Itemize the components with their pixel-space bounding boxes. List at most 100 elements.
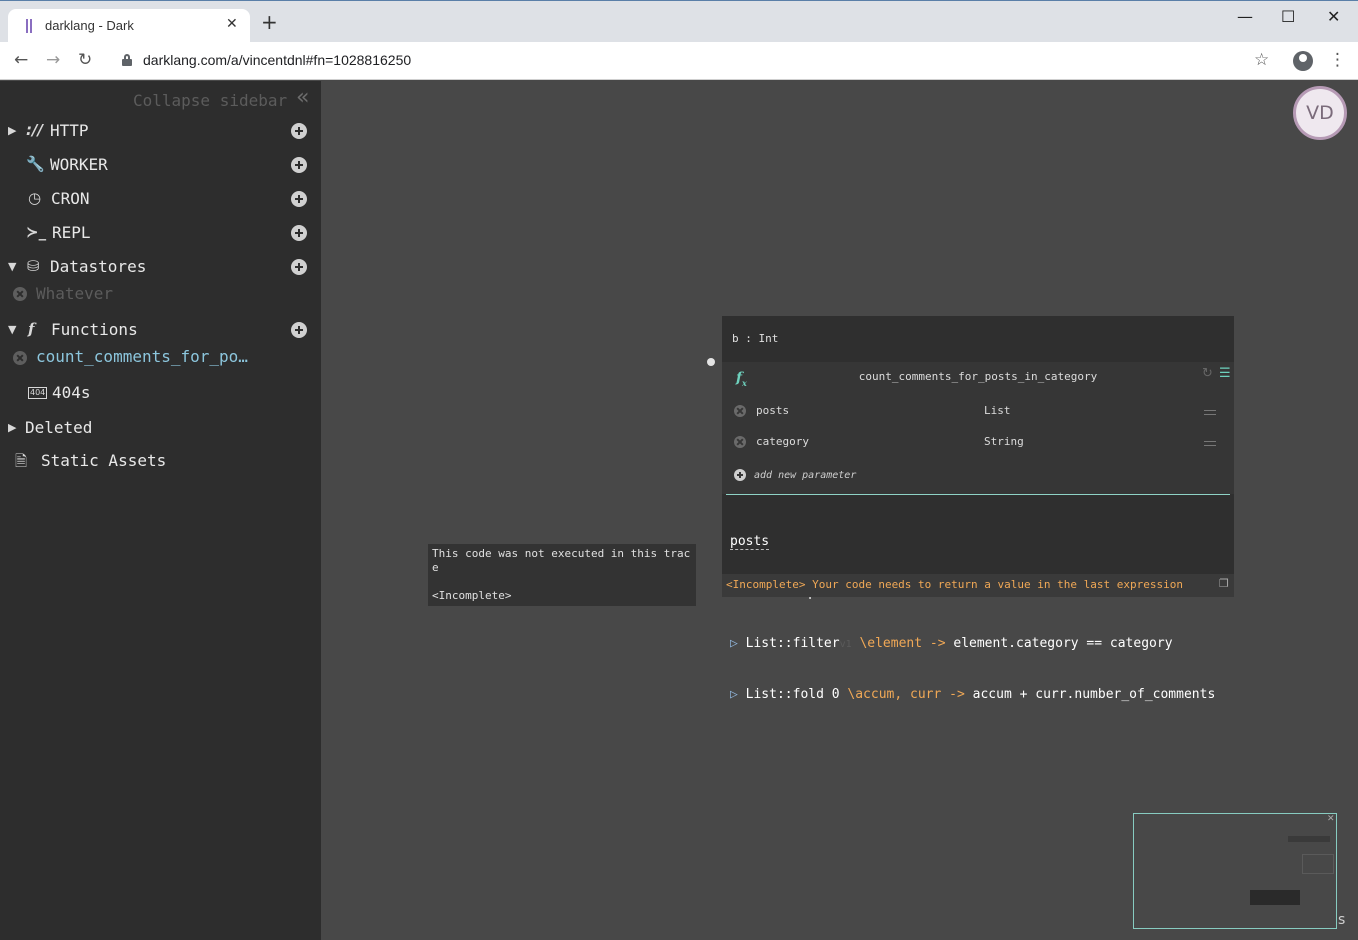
sidebar-section-repl[interactable]: ≻_ REPL: [0, 221, 321, 247]
add-repl-icon[interactable]: [291, 225, 307, 241]
sidebar-item-function[interactable]: count_comments_for_po…: [0, 345, 321, 371]
parameter-row[interactable]: posts List: [722, 402, 1234, 422]
connection-dot[interactable]: [707, 358, 715, 366]
drag-handle-icon[interactable]: [1204, 441, 1216, 446]
code-lambda[interactable]: \element ->: [859, 636, 945, 651]
sidebar: Collapse sidebar « ▶ :// HTTP 🔧 WORKER ◷…: [0, 81, 321, 940]
sidebar-section-label: HTTP: [50, 121, 89, 140]
close-tab-icon[interactable]: ✕: [226, 16, 238, 32]
trace-value: <Incomplete>: [432, 589, 512, 602]
code-line[interactable]: ▷ List::filterv1 \element -> element.cat…: [730, 635, 1215, 652]
code-body[interactable]: element.category == category: [953, 636, 1172, 651]
parameter-type[interactable]: List: [984, 404, 1011, 417]
sidebar-section-label: Static Assets: [41, 451, 167, 470]
404-icon: 404: [28, 387, 48, 399]
function-icon: f: [28, 320, 35, 338]
return-type-hint: b : Int: [732, 332, 779, 345]
minimize-icon[interactable]: —: [1237, 7, 1253, 26]
delete-parameter-icon[interactable]: [734, 405, 746, 417]
address-bar[interactable]: darklang.com/a/vincentdnl#fn=1028816250: [143, 52, 411, 68]
wrench-icon: 🔧: [26, 155, 45, 173]
star-icon[interactable]: ☆: [1254, 50, 1269, 70]
parameter-name[interactable]: category: [756, 435, 809, 448]
trace-box: This code was not executed in this trace…: [428, 544, 696, 606]
collapse-triangle-icon[interactable]: ▼: [8, 260, 16, 273]
new-tab-button[interactable]: +: [261, 12, 278, 32]
parameter-row[interactable]: category String: [722, 433, 1234, 453]
refresh-icon[interactable]: ↻: [1202, 366, 1213, 381]
copy-icon[interactable]: ❐: [1219, 577, 1229, 590]
double-chevron-left-icon[interactable]: «: [296, 87, 309, 109]
lock-icon: [122, 54, 132, 66]
add-worker-icon[interactable]: [291, 157, 307, 173]
sidebar-section-worker[interactable]: 🔧 WORKER: [0, 153, 321, 179]
collapse-sidebar-label[interactable]: Collapse sidebar: [133, 91, 287, 110]
function-editor[interactable]: b : Int fx count_comments_for_posts_in_c…: [722, 316, 1234, 702]
browser-chrome: darklang - Dark ✕ + — ☐ ✕ ← → ↻ darklang…: [0, 0, 1358, 80]
profile-icon[interactable]: [1293, 51, 1313, 71]
browser-toolbar: ← → ↻ darklang.com/a/vincentdnl#fn=10288…: [0, 42, 1358, 80]
avatar[interactable]: VD: [1293, 86, 1347, 140]
pipe-triangle-icon: ▷: [730, 687, 746, 702]
result-footer: <Incomplete> Your code needs to return a…: [722, 574, 1234, 597]
code-line[interactable]: posts: [730, 533, 1215, 550]
add-function-icon[interactable]: [291, 322, 307, 338]
delete-circle-icon[interactable]: [13, 287, 27, 301]
close-icon[interactable]: ✕: [1327, 814, 1335, 824]
add-parameter-button[interactable]: add new parameter: [734, 469, 1034, 485]
reload-icon[interactable]: ↻: [78, 50, 92, 70]
minimap-node: [1302, 854, 1334, 874]
function-name[interactable]: count_comments_for_posts_in_category: [722, 370, 1234, 383]
sidebar-section-functions[interactable]: ▼ f Functions: [0, 318, 321, 344]
drag-handle-icon[interactable]: [1204, 410, 1216, 415]
close-window-icon[interactable]: ✕: [1327, 7, 1340, 26]
delete-circle-icon[interactable]: [13, 351, 27, 365]
function-header: fx count_comments_for_posts_in_category …: [722, 362, 1234, 494]
expand-triangle-icon[interactable]: ▶: [8, 421, 16, 434]
code-lambda[interactable]: \accum, curr ->: [847, 687, 964, 702]
sidebar-item-label: Whatever: [36, 284, 114, 303]
delete-parameter-icon[interactable]: [734, 436, 746, 448]
expand-triangle-icon[interactable]: ▶: [8, 124, 16, 137]
trace-message: This code was not executed in this trace: [432, 547, 691, 574]
back-icon[interactable]: ←: [14, 50, 28, 70]
sidebar-section-label: CRON: [51, 189, 90, 208]
code-fn[interactable]: List::fold 0: [746, 687, 840, 702]
sidebar-section-datastores[interactable]: ▼ ⛁ Datastores: [0, 255, 321, 281]
minimap[interactable]: ✕: [1133, 813, 1337, 929]
code-editor[interactable]: posts ▷ List::map \element -> element.na…: [730, 499, 1215, 737]
sidebar-section-deleted[interactable]: ▶ Deleted: [0, 416, 321, 442]
add-cron-icon[interactable]: [291, 191, 307, 207]
forward-icon[interactable]: →: [46, 50, 60, 70]
code-token[interactable]: posts: [730, 534, 770, 550]
clock-icon: ◷: [28, 189, 42, 207]
hamburger-menu-icon[interactable]: ☰: [1219, 366, 1231, 381]
database-icon: ⛁: [27, 257, 40, 275]
sidebar-section-static-assets[interactable]: 🗎 Static Assets: [0, 449, 321, 475]
sidebar-section-label: Datastores: [50, 257, 147, 276]
maximize-icon[interactable]: ☐: [1281, 7, 1295, 26]
collapse-triangle-icon[interactable]: ▼: [8, 323, 16, 336]
dark-favicon-icon: [26, 19, 34, 33]
browser-tab[interactable]: darklang - Dark ✕: [8, 9, 250, 43]
kebab-menu-icon[interactable]: ⋮: [1329, 50, 1346, 70]
pipe-triangle-icon: ▷: [730, 636, 746, 651]
sidebar-item-whatever[interactable]: Whatever: [0, 282, 321, 308]
add-http-handler-icon[interactable]: [291, 123, 307, 139]
parameter-name[interactable]: posts: [756, 404, 789, 417]
code-body[interactable]: accum + curr.number_of_comments: [973, 687, 1216, 702]
sidebar-section-http[interactable]: ▶ :// HTTP: [0, 119, 321, 145]
code-fn[interactable]: List::filter: [746, 636, 840, 651]
add-datastore-icon[interactable]: [291, 259, 307, 275]
code-line[interactable]: ▷ List::fold 0 \accum, curr -> accum + c…: [730, 686, 1215, 703]
sidebar-section-label: Functions: [51, 320, 138, 339]
file-icon: 🗎: [15, 452, 28, 470]
http-icon: ://: [26, 121, 43, 139]
sidebar-section-404s[interactable]: 404 404s: [0, 381, 321, 407]
sidebar-section-label: Deleted: [25, 418, 93, 437]
parameter-type[interactable]: String: [984, 435, 1024, 448]
sidebar-section-cron[interactable]: ◷ CRON: [0, 187, 321, 213]
minimap-node: [1250, 890, 1300, 905]
sidebar-section-label: 404s: [52, 383, 91, 402]
minimap-node: [1288, 836, 1330, 842]
